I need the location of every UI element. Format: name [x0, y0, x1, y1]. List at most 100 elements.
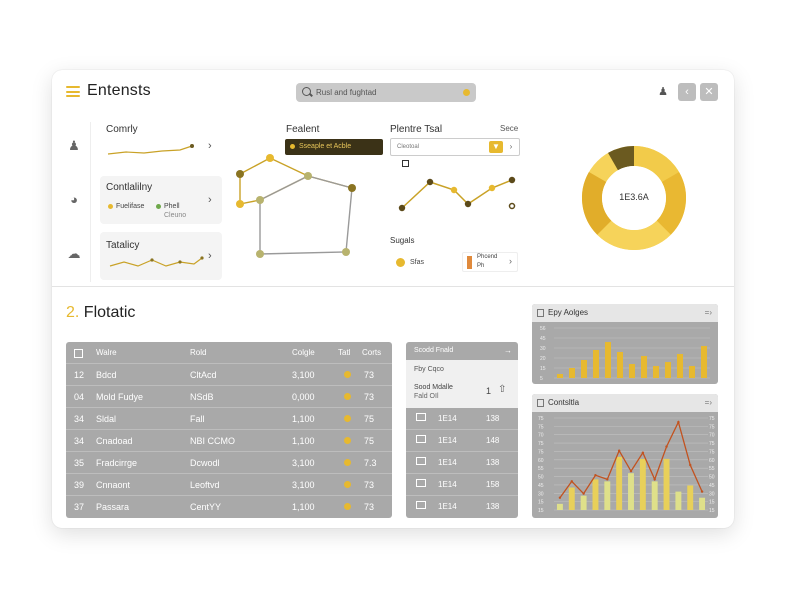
y-tick-label-right: 75 [709, 441, 715, 447]
bar [604, 481, 611, 510]
bar [569, 368, 575, 378]
network-tag[interactable]: Sseaple et Acble [285, 139, 383, 155]
row-icon [416, 501, 426, 509]
cell-role: Leoftvd [190, 480, 220, 490]
table-row[interactable]: 04 Mold Fudye NSdB 0,000 73 [66, 386, 392, 408]
list-item[interactable]: 1E14 138 [406, 496, 518, 518]
bar [639, 458, 646, 510]
y-tick-label: 60 [538, 458, 544, 464]
chart-header: Epy Aolges =› [532, 304, 718, 322]
combo-chart: 75 75 75 75 70 70 75 75 75 75 60 60 55 55 50 50 45 45 30 30… [538, 416, 715, 514]
chevron-right-icon[interactable]: › [208, 140, 212, 152]
bar [675, 491, 682, 510]
search-input[interactable]: Rusl and fughtad [296, 83, 476, 102]
row-value: 158 [486, 480, 500, 489]
chevron-right-icon[interactable]: › [509, 256, 512, 266]
y-tick-label-right: 75 [709, 416, 715, 422]
row-value: 138 [486, 414, 500, 423]
cell-id: 37 [74, 502, 85, 512]
cell-id: 34 [74, 414, 85, 424]
panel-input[interactable]: Cleotoal ▼ › [390, 138, 520, 156]
chevron-right-icon[interactable]: › [208, 194, 212, 206]
cloud-icon[interactable]: ☁ [66, 246, 82, 262]
dashboard-window: Entensts Rusl and fughtad ♟ ‹ ✕ ♟ ◕ ☁ Co… [52, 70, 734, 528]
y-tick-label: 5 [540, 376, 543, 382]
legend-label: Phell [164, 203, 180, 210]
table-row[interactable]: 34 Cnadoad NBI CCMO 1,100 75 [66, 430, 392, 452]
upload-icon[interactable]: ⇧ [498, 384, 506, 395]
network-diagram [236, 154, 356, 258]
chart-controls-icon[interactable]: =› [705, 394, 712, 412]
legend-label-top: Phcend [477, 254, 498, 260]
row-label: 1E14 [438, 436, 457, 445]
row-label: 1E14 [438, 458, 457, 467]
list-item[interactable]: 1E14 158 [406, 474, 518, 496]
legend-box[interactable]: Phcend Ph › [462, 252, 518, 272]
bar [653, 366, 659, 378]
combo-chart-card: Contsltla =› 75 75 75 75 70 70 75 75 75 75 60 60 55 5… [532, 394, 718, 518]
chevron-right-icon[interactable]: › [505, 141, 517, 153]
y-tick-label-right: 75 [709, 424, 715, 430]
card-contlalilny[interactable]: Contlalilny Fuelifase Phell Cleuno › [100, 176, 222, 224]
chart-header: Contsltla =› [532, 394, 718, 412]
y-tick-label: 75 [538, 449, 544, 455]
column-header[interactable]: Corts [362, 348, 381, 357]
status-dot [344, 481, 351, 488]
line-point [700, 490, 704, 493]
bar [605, 342, 611, 378]
section-title-text: Flotatic [83, 304, 136, 321]
status-dot [344, 393, 351, 400]
user-icon[interactable]: ♟ [654, 83, 672, 101]
cell-count: 73 [364, 480, 375, 490]
card-comrly[interactable]: Comrly › [100, 120, 222, 164]
select-all-checkbox[interactable] [74, 349, 83, 358]
line-point [594, 474, 597, 477]
cell-role: CltAcd [190, 370, 217, 380]
user-icon[interactable]: ♟ [66, 138, 82, 154]
dashboard-icon[interactable]: ◕ [66, 192, 82, 208]
legend-dot [396, 258, 405, 267]
cell-id: 12 [74, 370, 85, 380]
card-tatalicy[interactable]: Tatalicy › [100, 232, 222, 280]
line-point [570, 480, 573, 483]
section-number: 2. [66, 304, 80, 321]
y-tick-label: 45 [538, 483, 544, 489]
cell-name: Cnadoad [96, 436, 133, 446]
y-tick-label: 50 [538, 475, 544, 481]
table-row[interactable]: 35 Fradcirrge Dcwodl 3,100 7.3 [66, 452, 392, 474]
column-header[interactable]: Rold [190, 348, 206, 357]
bar [581, 360, 587, 378]
data-table: Walre Rold Colgle Tatl Corts 12 Bdcd Clt… [66, 342, 392, 518]
column-header[interactable]: Tatl [338, 348, 350, 357]
chevron-right-icon[interactable]: › [208, 250, 212, 262]
back-button[interactable]: ‹ [678, 83, 696, 101]
bar [651, 481, 658, 510]
bar [557, 374, 563, 378]
status-dot [344, 415, 351, 422]
list-item[interactable]: 1E14 138 [406, 408, 518, 430]
cell-value: 3,100 [292, 480, 315, 490]
y-tick-label: 45 [540, 336, 546, 342]
checkbox-icon[interactable] [402, 160, 409, 167]
bar [665, 362, 671, 378]
table-row[interactable]: 39 Cnnaont Leoftvd 3,100 73 [66, 474, 392, 496]
list-item[interactable]: 1E14 148 [406, 430, 518, 452]
line-point [582, 492, 585, 495]
y-tick-label: 30 [540, 346, 546, 352]
table-row[interactable]: 34 Sldal Fall 1,100 75 [66, 408, 392, 430]
dropdown-icon[interactable]: ▼ [489, 141, 503, 153]
search-text: Rusl and fughtad [316, 88, 377, 97]
close-button[interactable]: ✕ [700, 83, 718, 101]
menu-icon[interactable] [66, 86, 80, 97]
column-header[interactable]: Colgle [292, 348, 315, 357]
arrow-right-icon[interactable]: → [504, 342, 512, 360]
table-row[interactable]: 37 Passara CentYY 1,100 73 [66, 496, 392, 518]
table-header: Walre Rold Colgle Tatl Corts [66, 342, 392, 364]
column-header[interactable]: Walre [96, 348, 117, 357]
chart-controls-icon[interactable]: =› [705, 304, 712, 322]
list-item[interactable]: 1E14 138 [406, 452, 518, 474]
y-tick-label: 15 [538, 508, 544, 514]
table-row[interactable]: 12 Bdcd CltAcd 3,100 73 [66, 364, 392, 386]
y-tick-label-right: 15 [709, 508, 715, 514]
line-point [558, 496, 562, 499]
